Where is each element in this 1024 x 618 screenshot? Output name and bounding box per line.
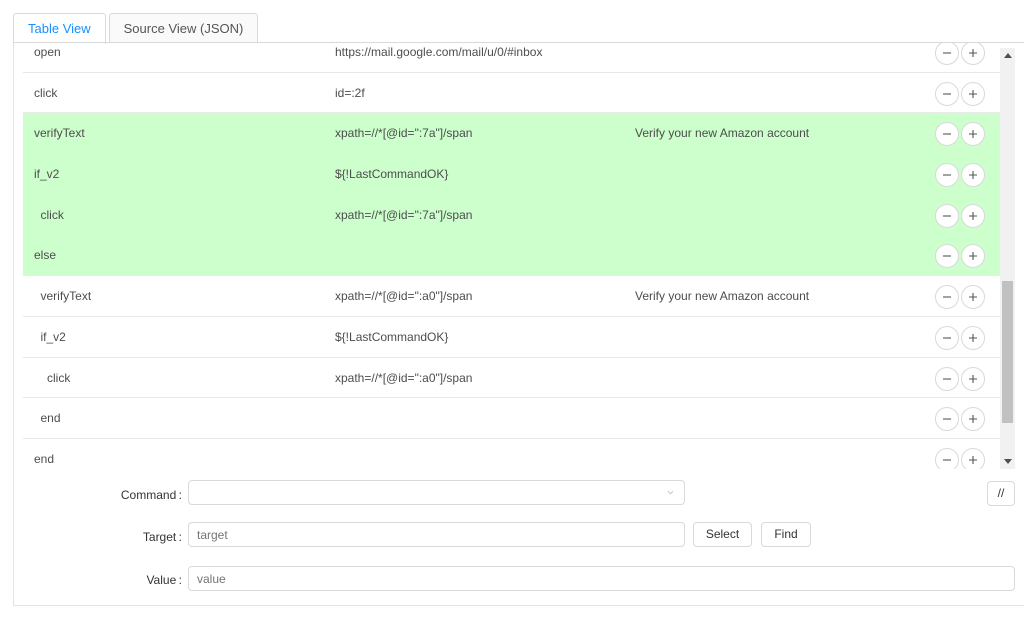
select-button[interactable]: Select	[693, 522, 752, 547]
plus-icon[interactable]	[961, 366, 985, 391]
value-cell: Verify your new Amazon account	[635, 126, 810, 141]
command-label: Command :	[120, 488, 182, 502]
row-actions	[935, 407, 987, 432]
command-cell: end	[40, 411, 61, 426]
command-cell: click	[34, 85, 58, 100]
plus-icon[interactable]	[961, 122, 985, 147]
table-row[interactable]: end	[23, 398, 1000, 439]
plus-icon[interactable]	[961, 43, 985, 65]
scroll-up-arrow-icon[interactable]	[1004, 53, 1012, 58]
find-button[interactable]: Find	[761, 522, 811, 547]
command-cell: verifyText	[34, 126, 85, 141]
comment-toggle-button[interactable]: //	[987, 481, 1015, 506]
row-actions	[935, 325, 987, 350]
chevron-down-icon	[667, 490, 674, 495]
target-cell: ${!LastCommandOK}	[335, 329, 449, 344]
row-actions	[935, 447, 987, 469]
plus-icon[interactable]	[961, 407, 985, 432]
value-cell: Verify your new Amazon account	[635, 289, 810, 304]
target-cell: id=:2f	[335, 85, 365, 100]
minus-icon[interactable]	[935, 244, 959, 269]
table-row[interactable]: open https://mail.google.com/mail/u/0/#in…	[23, 43, 1000, 73]
plus-icon[interactable]	[961, 325, 985, 350]
target-input[interactable]	[188, 522, 685, 547]
table-row[interactable]: if_v2 ${!LastCommandOK}	[23, 317, 1000, 358]
minus-icon[interactable]	[935, 43, 959, 65]
command-table: open https://mail.google.com/mail/u/0/#in…	[23, 43, 1000, 469]
target-cell: xpath=//*[@id=":7a"]/span	[335, 126, 473, 141]
table-row[interactable]: click id=:2f	[23, 73, 1000, 114]
minus-icon[interactable]	[935, 285, 959, 310]
command-rows: open https://mail.google.com/mail/u/0/#in…	[23, 43, 1000, 469]
command-cell: click	[40, 207, 64, 222]
plus-icon[interactable]	[961, 81, 985, 106]
scroll-down-arrow-icon[interactable]	[1004, 459, 1012, 464]
plus-icon[interactable]	[961, 203, 985, 228]
row-actions	[935, 122, 987, 147]
target-cell: xpath=//*[@id=":a0"]/span	[335, 289, 473, 304]
table-scrollbar[interactable]	[1000, 48, 1015, 469]
plus-icon[interactable]	[961, 244, 985, 269]
view-tabs: Table View Source View (JSON)	[13, 13, 261, 44]
target-cell: https://mail.google.com/mail/u/0/#inbox	[335, 45, 543, 59]
row-actions	[935, 285, 987, 310]
row-actions	[935, 203, 987, 228]
row-actions	[935, 244, 987, 269]
tab-source-view[interactable]: Source View (JSON)	[108, 13, 259, 43]
minus-icon[interactable]	[935, 325, 959, 350]
target-cell: ${!LastCommandOK}	[335, 167, 449, 182]
table-row[interactable]: else	[23, 235, 1000, 277]
minus-icon[interactable]	[935, 366, 959, 391]
row-actions	[935, 163, 987, 188]
command-cell: click	[47, 370, 71, 385]
command-cell: end	[34, 451, 55, 466]
minus-icon[interactable]	[935, 447, 959, 469]
scrollbar-thumb[interactable]	[1002, 281, 1013, 423]
command-cell: if_v2	[40, 329, 66, 344]
target-cell: xpath=//*[@id=":a0"]/span	[335, 370, 473, 385]
row-actions	[935, 43, 987, 65]
row-actions	[935, 366, 987, 391]
target-label: Target :	[142, 530, 182, 544]
value-input[interactable]	[188, 566, 1015, 591]
table-row[interactable]: if_v2 ${!LastCommandOK}	[23, 154, 1000, 195]
minus-icon[interactable]	[935, 163, 959, 188]
command-cell: verifyText	[40, 289, 92, 304]
row-actions	[935, 81, 987, 106]
value-label: Value :	[146, 573, 182, 587]
minus-icon[interactable]	[935, 122, 959, 147]
table-row[interactable]: end	[23, 439, 1000, 469]
target-cell: xpath=//*[@id=":7a"]/span	[335, 207, 473, 222]
table-row[interactable]: verifyText xpath=//*[@id=":7a"]/span Verif…	[23, 113, 1000, 155]
minus-icon[interactable]	[935, 407, 959, 432]
tab-table-view[interactable]: Table View	[13, 13, 106, 44]
command-cell: open	[34, 45, 61, 59]
command-select[interactable]	[188, 480, 685, 505]
plus-icon[interactable]	[961, 447, 985, 469]
command-cell: else	[34, 248, 57, 263]
table-row[interactable]: click xpath=//*[@id=":a0"]/span	[23, 358, 1000, 399]
table-row[interactable]: verifyText xpath=//*[@id=":a0"]/span Verif…	[23, 276, 1000, 317]
minus-icon[interactable]	[935, 203, 959, 228]
table-row[interactable]: click xpath=//*[@id=":7a"]/span	[23, 194, 1000, 236]
command-cell: if_v2	[34, 167, 60, 182]
minus-icon[interactable]	[935, 81, 959, 106]
plus-icon[interactable]	[961, 285, 985, 310]
plus-icon[interactable]	[961, 163, 985, 188]
